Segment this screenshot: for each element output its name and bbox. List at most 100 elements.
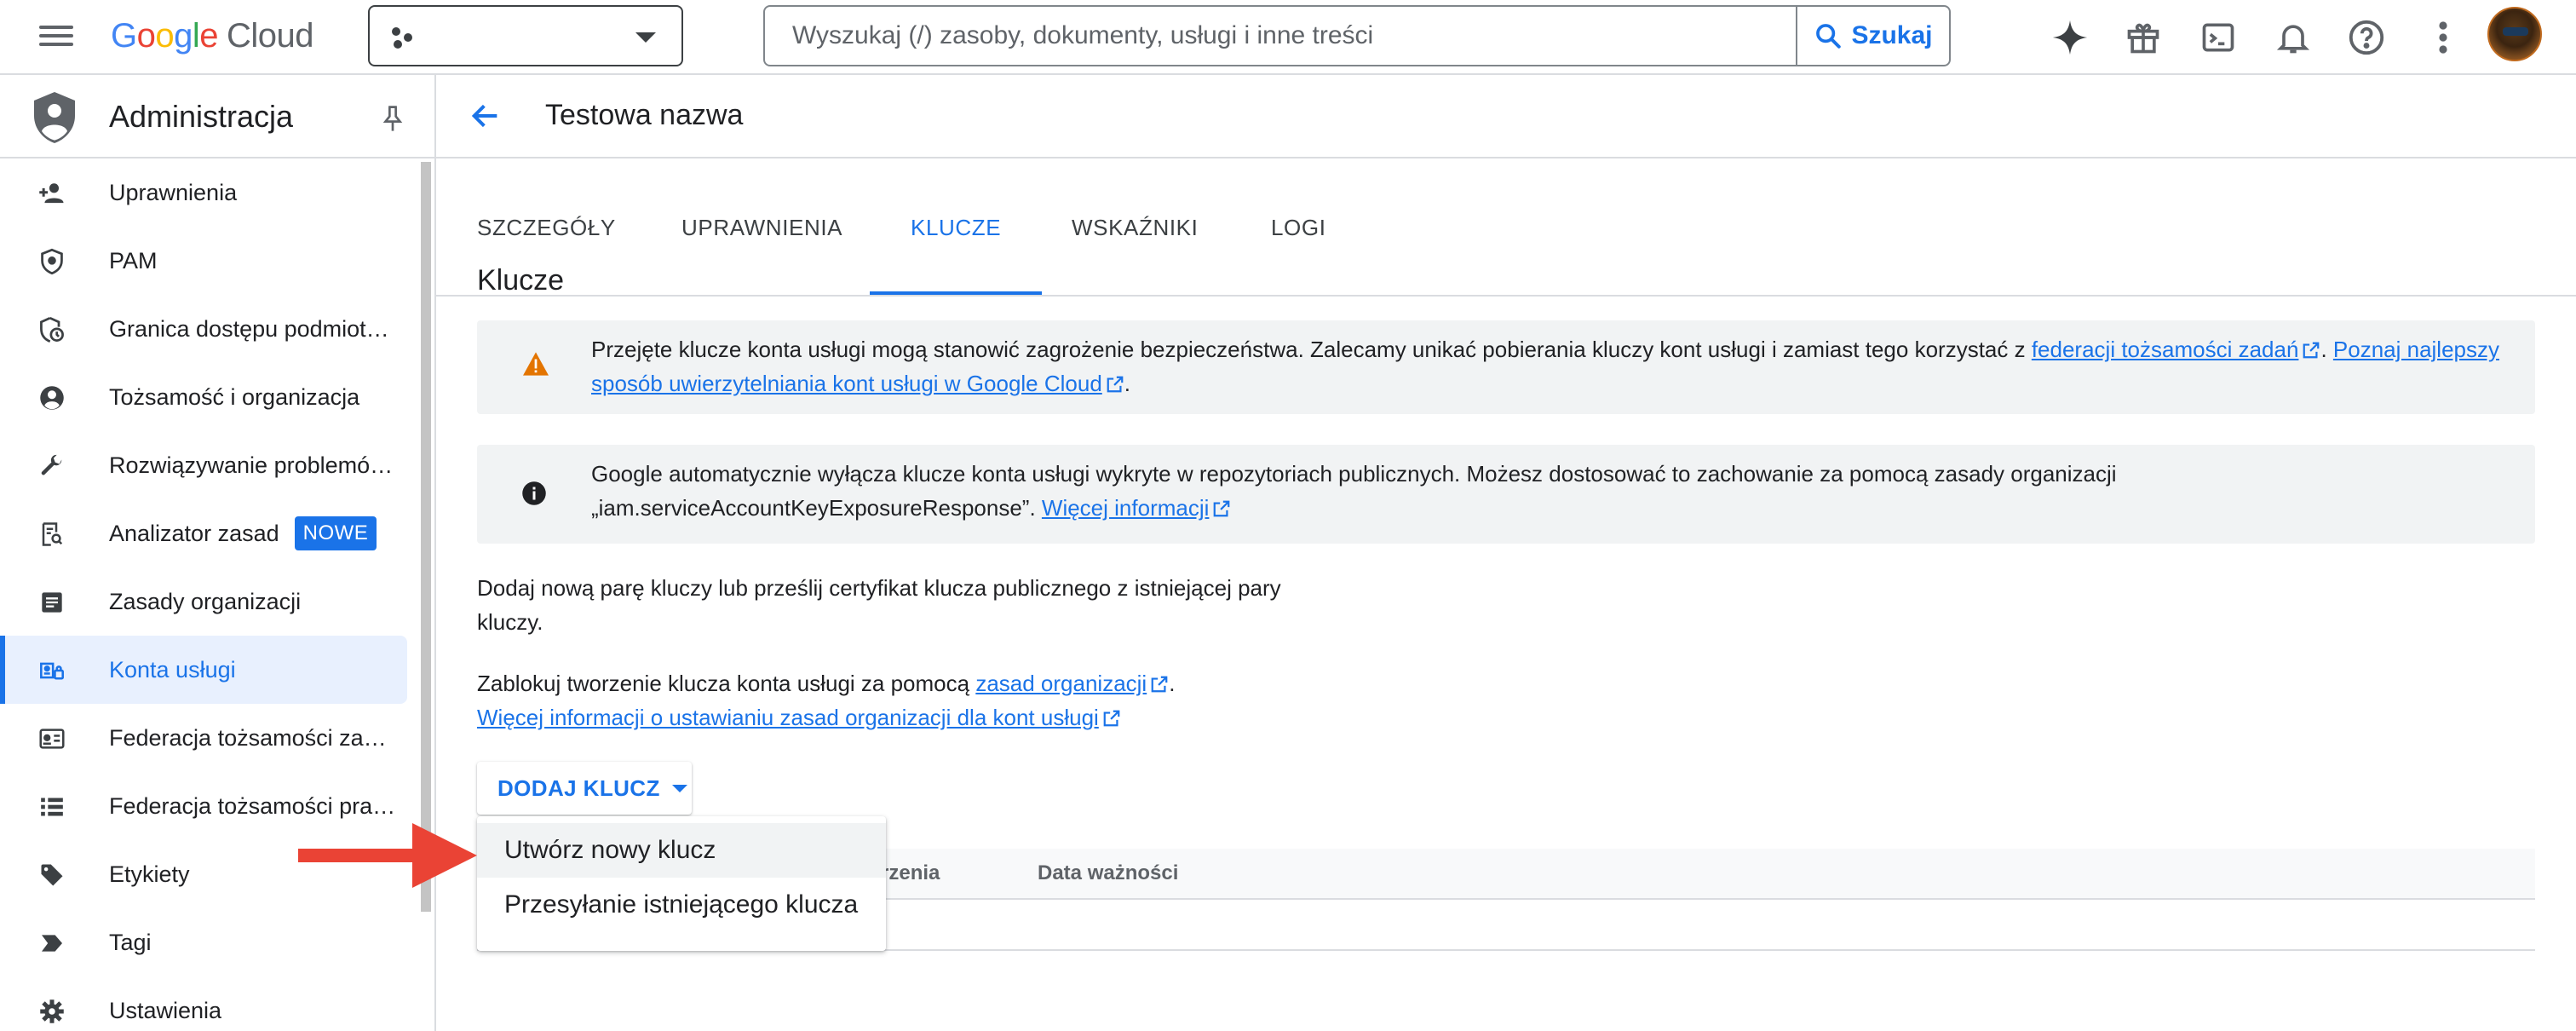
menu-item-create-key[interactable]: Utwórz nowy klucz bbox=[477, 823, 886, 878]
sidebar-item-zasady[interactable]: Zasady organizacji bbox=[0, 567, 423, 636]
sidebar-item-label: Granica dostępu podmiot… bbox=[109, 315, 389, 342]
external-link-icon bbox=[1107, 376, 1124, 393]
admin-shield-icon bbox=[31, 90, 78, 149]
warning-text-part: Przejęte klucze konta usługi mogą stanow… bbox=[591, 337, 2032, 362]
logo-cloud-text: Cloud bbox=[227, 17, 314, 55]
sidebar-item-tagi[interactable]: Tagi bbox=[0, 908, 423, 976]
warning-text: Przejęte klucze konta usługi mogą stanow… bbox=[591, 332, 2516, 400]
external-link-icon bbox=[1151, 676, 1168, 693]
chevron-down-icon bbox=[635, 32, 656, 43]
sidebar-item-label: Federacja tożsamości za… bbox=[109, 724, 387, 751]
sidebar-item-label: Ustawienia bbox=[109, 997, 222, 1023]
sidebar-item-label: Rozwiązywanie problemó… bbox=[109, 452, 394, 478]
notifications-icon[interactable] bbox=[2269, 14, 2317, 61]
sidebar-item-federacja-zadan[interactable]: Federacja tożsamości za… bbox=[0, 704, 423, 772]
project-icon bbox=[392, 27, 414, 49]
sidebar-item-label: Konta usługi bbox=[109, 656, 236, 683]
account-circle-icon bbox=[37, 383, 66, 412]
help-icon[interactable] bbox=[2343, 14, 2390, 61]
label-arrow-icon bbox=[37, 929, 66, 958]
info-line1: Google automatycznie wyłącza klucze kont… bbox=[591, 461, 2117, 487]
org-policies-link[interactable]: zasad organizacji bbox=[975, 671, 1147, 696]
column-created-fragment[interactable]: rzenia bbox=[881, 849, 940, 898]
menu-item-upload-key[interactable]: Przesyłanie istniejącego klucza bbox=[477, 878, 886, 932]
gift-icon[interactable] bbox=[2119, 14, 2167, 61]
tag-icon bbox=[37, 861, 66, 890]
search-button-label: Szukaj bbox=[1851, 21, 1933, 49]
add-keys-description: Dodaj nową parę kluczy lub prześlij cert… bbox=[477, 571, 1281, 639]
info-text: Google automatycznie wyłącza klucze kont… bbox=[591, 457, 2516, 525]
more-info-link[interactable]: Więcej informacji bbox=[1042, 495, 1210, 521]
caret-down-icon bbox=[671, 784, 687, 792]
sidebar-header: Administracja bbox=[0, 75, 434, 158]
person-add-icon bbox=[37, 179, 66, 208]
sidebar-item-label: Etykiety bbox=[109, 861, 190, 887]
top-bar: GoogleCloud Szukaj bbox=[0, 0, 2576, 75]
back-arrow-icon[interactable] bbox=[469, 99, 503, 137]
warning-notice: Przejęte klucze konta usługi mogą stanow… bbox=[477, 320, 2535, 414]
sidebar-item-label: PAM bbox=[109, 247, 158, 274]
shield-clock-icon bbox=[37, 315, 66, 344]
cloud-shell-icon[interactable] bbox=[2194, 14, 2242, 61]
block-text-end: . bbox=[1169, 671, 1176, 696]
info-icon bbox=[521, 481, 547, 516]
best-practices-link-cont[interactable]: sposób uwierzytelniania kont usługi w Go… bbox=[591, 371, 1102, 396]
sidebar-scrollbar[interactable] bbox=[421, 162, 431, 912]
tab-uprawnienia[interactable]: UPRAWNIENIA bbox=[641, 160, 883, 295]
sidebar-item-rozwiazywanie[interactable]: Rozwiązywanie problemó… bbox=[0, 431, 423, 499]
sidebar-item-pam[interactable]: PAM bbox=[0, 227, 423, 295]
sidebar-item-granica[interactable]: Granica dostępu podmiot… bbox=[0, 295, 423, 363]
sidebar-item-label: Tożsamość i organizacja bbox=[109, 383, 360, 410]
sidebar-item-konta-uslugi[interactable]: Konta usługi bbox=[0, 636, 407, 704]
wrench-icon bbox=[37, 452, 66, 481]
column-expiry[interactable]: Data ważności bbox=[1038, 849, 1178, 898]
page-title: Testowa nazwa bbox=[545, 99, 744, 131]
best-practices-link[interactable]: Poznaj najlepszy bbox=[2333, 337, 2499, 362]
sidebar-item-tozsamosc[interactable]: Tożsamość i organizacja bbox=[0, 363, 423, 431]
sidebar-item-ustawienia[interactable]: Ustawienia bbox=[0, 976, 423, 1031]
add-key-label: DODAJ KLUCZ bbox=[497, 775, 660, 801]
pin-icon[interactable] bbox=[380, 104, 405, 137]
sidebar-item-label: Tagi bbox=[109, 929, 152, 955]
block-text: Zablokuj tworzenie klucza konta usługi z… bbox=[477, 671, 976, 696]
settings-icon bbox=[37, 997, 66, 1026]
avatar[interactable] bbox=[2487, 7, 2542, 61]
tab-logi[interactable]: LOGI bbox=[1230, 160, 1367, 295]
tab-klucze[interactable]: KLUCZE bbox=[870, 160, 1043, 295]
add-key-button[interactable]: DODAJ KLUCZ bbox=[477, 762, 692, 815]
tab-wskazniki[interactable]: WSKAŹNIKI bbox=[1031, 160, 1239, 295]
external-link-icon bbox=[2303, 342, 2320, 359]
new-badge: NOWE bbox=[294, 516, 377, 550]
external-link-icon bbox=[1214, 500, 1230, 517]
google-cloud-logo[interactable]: Google Cloud bbox=[111, 15, 314, 56]
list-icon bbox=[37, 792, 66, 821]
shield-icon bbox=[37, 247, 66, 276]
sidebar-title: Administracja bbox=[109, 99, 294, 134]
more-vert-icon[interactable] bbox=[2419, 14, 2467, 61]
sidebar-item-label: Analizator zasad bbox=[109, 520, 279, 546]
search-icon bbox=[1816, 24, 1842, 49]
red-arrow-annotation bbox=[298, 823, 477, 888]
info-notice: Google automatycznie wyłącza klucze kont… bbox=[477, 445, 2535, 544]
gemini-icon[interactable] bbox=[2046, 14, 2094, 61]
tab-bar: SZCZEGÓŁY UPRAWNIENIA KLUCZE WSKAŹNIKI L… bbox=[436, 160, 2576, 297]
sidebar-item-uprawnienia[interactable]: Uprawnienia bbox=[0, 158, 423, 227]
sidebar-item-label: Federacja tożsamości pra… bbox=[109, 792, 396, 819]
add-keys-text-2: kluczy. bbox=[477, 609, 543, 635]
section-title: Klucze bbox=[477, 264, 565, 297]
sidebar-item-label: Uprawnienia bbox=[109, 179, 238, 205]
search-button[interactable]: Szukaj bbox=[1796, 7, 1949, 65]
article-icon bbox=[37, 588, 66, 617]
org-policies-more-link[interactable]: Więcej informacji o ustawianiu zasad org… bbox=[477, 705, 1099, 730]
page-header: Testowa nazwa bbox=[436, 75, 2576, 158]
sidebar-nav: Uprawnienia PAM Granica dostępu podmiot…… bbox=[0, 158, 423, 1031]
sidebar-item-analizator[interactable]: Analizator zasad NOWE bbox=[0, 499, 423, 567]
add-keys-text-1: Dodaj nową parę kluczy lub prześlij cert… bbox=[477, 575, 1281, 601]
search-bar: Szukaj bbox=[763, 5, 1951, 66]
project-picker[interactable] bbox=[368, 5, 683, 66]
search-input[interactable] bbox=[765, 7, 1796, 65]
logo-google-text: Google bbox=[111, 17, 219, 55]
menu-icon[interactable] bbox=[37, 20, 75, 55]
federation-link[interactable]: federacji tożsamości zadań bbox=[2032, 337, 2299, 362]
warning-text-part: . bbox=[2320, 337, 2333, 362]
